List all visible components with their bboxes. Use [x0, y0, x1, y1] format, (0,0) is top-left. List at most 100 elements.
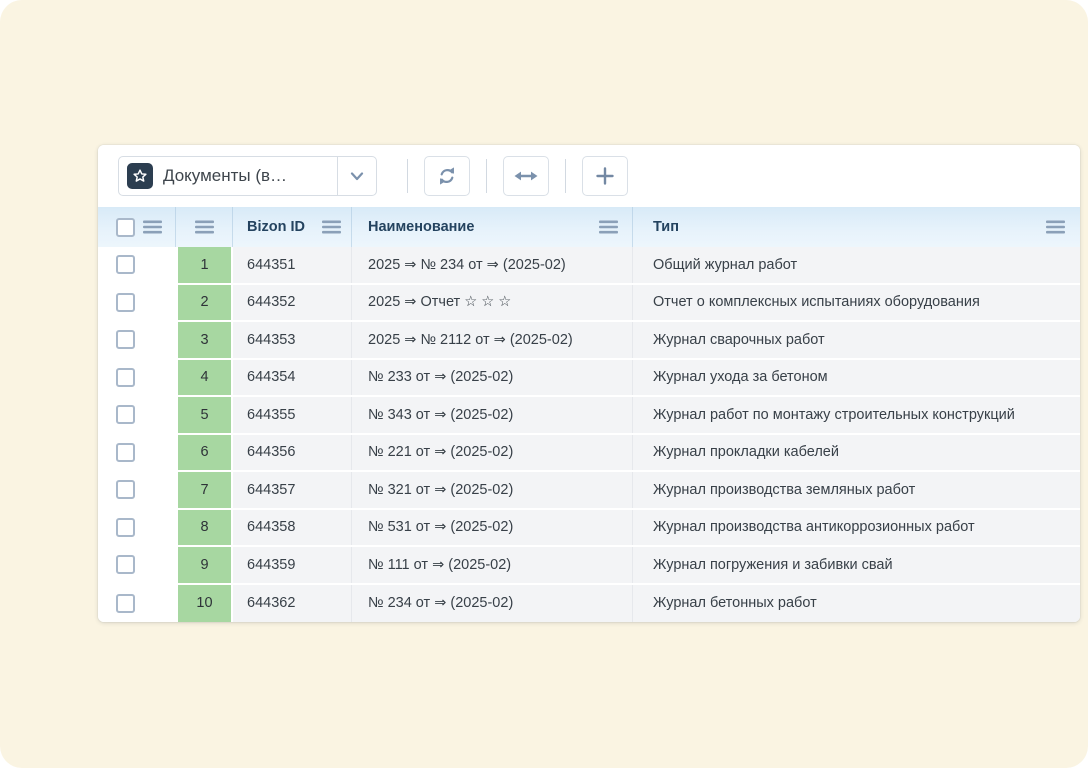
row-select-cell [98, 472, 176, 508]
row-checkbox[interactable] [116, 368, 135, 387]
row-number-cell: 4 [176, 360, 233, 396]
row-checkbox[interactable] [116, 518, 135, 537]
column-menu-icon[interactable] [1046, 220, 1065, 234]
table-header: Bizon ID Наименование Тип [98, 207, 1080, 247]
view-selector-trigger[interactable] [337, 157, 376, 195]
type-cell: Журнал производства земляных работ [633, 472, 1080, 508]
bizon-id-cell: 644354 [233, 360, 352, 396]
bizon-id-cell: 644353 [233, 322, 352, 358]
row-select-cell [98, 510, 176, 546]
type-cell: Журнал бетонных работ [633, 585, 1080, 623]
row-number-cell: 7 [176, 472, 233, 508]
header-row-number-column[interactable] [176, 207, 233, 247]
name-cell: № 233 от ⇒ (2025-02) [352, 360, 633, 396]
bizon-id-cell: 644358 [233, 510, 352, 546]
bizon-id-cell: 644362 [233, 585, 352, 623]
row-select-cell [98, 547, 176, 583]
table-row[interactable]: 8 644358 № 531 от ⇒ (2025-02) Журнал про… [98, 510, 1080, 548]
toolbar-separator [407, 159, 408, 193]
row-number-cell: 3 [176, 322, 233, 358]
table-row[interactable]: 3 644353 2025 ⇒ № 2112 от ⇒ (2025-02) Жу… [98, 322, 1080, 360]
table-row[interactable]: 9 644359 № 111 от ⇒ (2025-02) Журнал пог… [98, 547, 1080, 585]
type-cell: Журнал работ по монтажу строительных кон… [633, 397, 1080, 433]
table-row[interactable]: 5 644355 № 343 от ⇒ (2025-02) Журнал раб… [98, 397, 1080, 435]
select-all-checkbox[interactable] [116, 218, 135, 237]
column-label: Тип [653, 219, 679, 235]
row-number-cell: 10 [176, 585, 233, 623]
row-number-cell: 5 [176, 397, 233, 433]
column-menu-icon[interactable] [195, 220, 214, 234]
view-selector-label: Документы (в… [163, 166, 337, 186]
row-select-cell [98, 397, 176, 433]
row-checkbox[interactable] [116, 594, 135, 613]
header-name-column[interactable]: Наименование [352, 207, 633, 247]
bizon-id-cell: 644351 [233, 247, 352, 283]
table-row[interactable]: 6 644356 № 221 от ⇒ (2025-02) Журнал про… [98, 435, 1080, 473]
row-select-cell [98, 247, 176, 283]
table-row[interactable]: 2 644352 2025 ⇒ Отчет ☆ ☆ ☆ Отчет о комп… [98, 285, 1080, 323]
resize-columns-button[interactable] [503, 156, 549, 196]
view-selector-dropdown[interactable]: Документы (в… [118, 156, 377, 196]
table-row[interactable]: 4 644354 № 233 от ⇒ (2025-02) Журнал ухо… [98, 360, 1080, 398]
row-checkbox[interactable] [116, 405, 135, 424]
row-number-cell: 9 [176, 547, 233, 583]
bizon-id-cell: 644355 [233, 397, 352, 433]
page-background: Документы (в… [0, 0, 1088, 768]
name-cell: 2025 ⇒ № 234 от ⇒ (2025-02) [352, 247, 633, 283]
type-cell: Журнал сварочных работ [633, 322, 1080, 358]
row-checkbox[interactable] [116, 255, 135, 274]
row-number-cell: 1 [176, 247, 233, 283]
header-type-column[interactable]: Тип [633, 207, 1080, 247]
star-badge-icon [127, 163, 153, 189]
name-cell: № 321 от ⇒ (2025-02) [352, 472, 633, 508]
row-checkbox[interactable] [116, 443, 135, 462]
table-row[interactable]: 7 644357 № 321 от ⇒ (2025-02) Журнал про… [98, 472, 1080, 510]
column-label: Bizon ID [247, 219, 305, 235]
bizon-id-cell: 644359 [233, 547, 352, 583]
row-number-cell: 6 [176, 435, 233, 471]
type-cell: Отчет о комплексных испытаниях оборудова… [633, 285, 1080, 321]
row-select-cell [98, 435, 176, 471]
name-cell: № 111 от ⇒ (2025-02) [352, 547, 633, 583]
row-select-cell [98, 360, 176, 396]
table-row[interactable]: 10 644362 № 234 от ⇒ (2025-02) Журнал бе… [98, 585, 1080, 623]
plus-icon [596, 167, 614, 185]
row-checkbox[interactable] [116, 293, 135, 312]
type-cell: Журнал прокладки кабелей [633, 435, 1080, 471]
documents-grid-panel: Документы (в… [98, 145, 1080, 622]
add-button[interactable] [582, 156, 628, 196]
row-select-cell [98, 322, 176, 358]
column-label: Наименование [368, 219, 474, 235]
refresh-icon [436, 165, 458, 187]
toolbar: Документы (в… [98, 145, 1080, 207]
header-select-column [98, 207, 176, 247]
type-cell: Общий журнал работ [633, 247, 1080, 283]
row-checkbox[interactable] [116, 555, 135, 574]
row-number-cell: 2 [176, 285, 233, 321]
table-body: 1 644351 2025 ⇒ № 234 от ⇒ (2025-02) Общ… [98, 247, 1080, 622]
header-bizon-id-column[interactable]: Bizon ID [233, 207, 352, 247]
column-menu-icon[interactable] [143, 220, 162, 234]
toolbar-separator [565, 159, 566, 193]
row-checkbox[interactable] [116, 330, 135, 349]
name-cell: 2025 ⇒ Отчет ☆ ☆ ☆ [352, 285, 633, 321]
row-checkbox[interactable] [116, 480, 135, 499]
column-menu-icon[interactable] [599, 220, 618, 234]
row-number-cell: 8 [176, 510, 233, 546]
name-cell: № 343 от ⇒ (2025-02) [352, 397, 633, 433]
type-cell: Журнал ухода за бетоном [633, 360, 1080, 396]
name-cell: № 234 от ⇒ (2025-02) [352, 585, 633, 623]
name-cell: 2025 ⇒ № 2112 от ⇒ (2025-02) [352, 322, 633, 358]
type-cell: Журнал погружения и забивки свай [633, 547, 1080, 583]
name-cell: № 221 от ⇒ (2025-02) [352, 435, 633, 471]
bizon-id-cell: 644356 [233, 435, 352, 471]
refresh-button[interactable] [424, 156, 470, 196]
name-cell: № 531 от ⇒ (2025-02) [352, 510, 633, 546]
type-cell: Журнал производства антикоррозионных раб… [633, 510, 1080, 546]
row-select-cell [98, 285, 176, 321]
table-row[interactable]: 1 644351 2025 ⇒ № 234 от ⇒ (2025-02) Общ… [98, 247, 1080, 285]
row-select-cell [98, 585, 176, 623]
column-menu-icon[interactable] [322, 220, 341, 234]
chevron-down-icon [350, 172, 364, 181]
horizontal-arrows-icon [514, 170, 538, 182]
